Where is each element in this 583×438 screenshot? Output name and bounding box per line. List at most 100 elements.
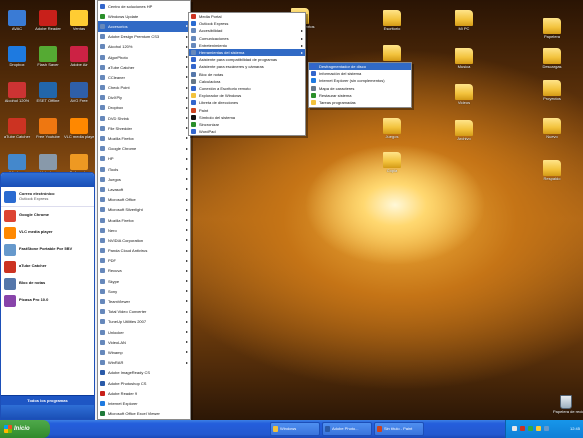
desktop-icon[interactable]: VLC media player — [64, 118, 94, 140]
desktop-icon[interactable]: Free Youtube — [33, 118, 63, 140]
menu-item[interactable]: Accesibilidad ▸ — [189, 27, 305, 34]
menu-item[interactable]: Adobe Photoshop CS — [98, 378, 190, 388]
folder-icon[interactable]: Videos — [447, 84, 481, 106]
menu-item[interactable]: Mozilla Firefox ▸ — [98, 133, 190, 143]
menu-item[interactable]: Microsoft Silverlight ▸ — [98, 205, 190, 215]
folder-icon[interactable]: Archivo — [447, 120, 481, 142]
menu-item[interactable]: Adobe ImageReady CS — [98, 368, 190, 378]
start-menu-item[interactable]: Picasa Pro 10.0 — [1, 292, 94, 309]
menu-item[interactable]: TeamViewer ▸ — [98, 296, 190, 306]
menu-item[interactable]: Explorador de Windows — [189, 92, 305, 99]
menu-item[interactable]: AlgorPhoto ▸ — [98, 52, 190, 62]
menu-item[interactable]: Dropbox ▸ — [98, 103, 190, 113]
folder-icon[interactable]: Papelera — [535, 18, 569, 40]
menu-item[interactable]: Libreta de direcciones — [189, 99, 305, 106]
recycle-bin[interactable]: Papelera de reciclaje — [553, 395, 583, 414]
menu-item[interactable]: Bloc de notas — [189, 71, 305, 78]
menu-item[interactable]: Entretenimiento ▸ — [189, 42, 305, 49]
menu-item[interactable]: Mapa de caracteres — [309, 85, 411, 92]
desktop-icon[interactable]: ESET Offline — [33, 82, 63, 104]
menu-item[interactable]: DVD Shrink ▸ — [98, 113, 190, 123]
menu-item[interactable]: Total Video Converter ▸ — [98, 307, 190, 317]
menu-item[interactable]: Restaurar sistema — [309, 92, 411, 99]
menu-item[interactable]: Calculadora — [189, 78, 305, 85]
menu-item[interactable]: Nero ▸ — [98, 225, 190, 235]
desktop-icon[interactable]: aTube Catcher — [2, 118, 32, 140]
folder-icon[interactable]: Proyectos — [535, 80, 569, 102]
menu-item[interactable]: Google Chrome ▸ — [98, 144, 190, 154]
start-menu-item[interactable]: Google Chrome — [1, 207, 94, 224]
start-menu-item[interactable]: Bloc de notas — [1, 275, 94, 292]
desktop-icon[interactable]: Dropbox — [2, 46, 32, 68]
menu-item[interactable]: Paint — [189, 106, 305, 113]
menu-item[interactable]: Internet Explorer (sin complementos) — [309, 77, 411, 84]
menu-item[interactable]: Skype ▸ — [98, 276, 190, 286]
menu-item[interactable]: Tareas programadas — [309, 99, 411, 106]
menu-item[interactable]: Unlocker ▸ — [98, 327, 190, 337]
start-menu-item[interactable]: FastStone Portable Por 5BV — [1, 241, 94, 258]
menu-item[interactable]: Desfragmentador de disco — [309, 63, 411, 71]
menu-item[interactable]: Centro de soluciones HP — [98, 1, 190, 11]
menu-item[interactable]: PDF ▸ — [98, 256, 190, 266]
menu-item[interactable]: Microsoft Office ▸ — [98, 195, 190, 205]
clock[interactable]: 12:45 — [570, 420, 580, 438]
folder-icon[interactable]: Juegos — [375, 118, 409, 140]
folder-icon[interactable]: Copia — [375, 152, 409, 174]
menu-item[interactable]: Herramientas del sistema ▸ — [189, 48, 305, 57]
menu-item[interactable]: Símbolo del sistema — [189, 114, 305, 121]
menu-item[interactable]: File Shredder ▸ — [98, 123, 190, 133]
menu-item[interactable]: aTube Catcher ▸ — [98, 62, 190, 72]
desktop-icon[interactable]: AVG Free — [64, 82, 94, 104]
menu-item[interactable]: VideoLAN ▸ — [98, 337, 190, 347]
network-icon[interactable] — [528, 426, 533, 431]
menu-item[interactable]: iTools ▸ — [98, 164, 190, 174]
folder-icon[interactable]: Escritorio — [375, 10, 409, 32]
desktop-icon[interactable]: Alcohol 120% — [2, 82, 32, 104]
start-menu-item[interactable]: aTube Catcher — [1, 258, 94, 275]
desktop-icon[interactable]: Ventas — [64, 10, 94, 32]
menu-item[interactable]: Microsoft Office Excel Viewer — [98, 409, 190, 419]
folder-icon[interactable]: Mi PC — [447, 10, 481, 32]
menu-item[interactable]: Internet Explorer — [98, 398, 190, 408]
menu-item[interactable]: Check Point ▸ — [98, 83, 190, 93]
menu-item[interactable]: NVIDIA Corporation ▸ — [98, 235, 190, 245]
menu-item[interactable]: Asistente para compatibilidad de program… — [189, 56, 305, 63]
taskbar-window-button[interactable]: Sin título - Paint — [374, 422, 424, 436]
desktop-icon[interactable]: Adobe Air — [64, 46, 94, 68]
folder-icon[interactable]: Respaldo — [535, 160, 569, 182]
start-menu-item[interactable]: Correo electrónico Outlook Express — [1, 187, 94, 207]
menu-item[interactable]: Adobe Design Premium CS3 ▸ — [98, 32, 190, 42]
menu-item[interactable]: Alcohol 120% ▸ — [98, 42, 190, 52]
folder-icon[interactable]: Descargas — [535, 48, 569, 70]
menu-item[interactable]: Asistente para escáneres y cámaras — [189, 63, 305, 70]
menu-item[interactable]: Outlook Express — [189, 20, 305, 27]
folder-icon[interactable]: Nuevo — [535, 118, 569, 140]
menu-item[interactable]: Conexión a Escritorio remoto — [189, 85, 305, 92]
menu-item[interactable]: Recuva ▸ — [98, 266, 190, 276]
menu-item[interactable]: Windows Update — [98, 11, 190, 21]
desktop-icon[interactable]: Flash Saver — [33, 46, 63, 68]
menu-item[interactable]: Comunicaciones ▸ — [189, 35, 305, 42]
folder-icon[interactable]: Musica — [447, 48, 481, 70]
antivirus-icon[interactable] — [520, 426, 525, 431]
taskbar-window-button[interactable]: Adobe Photo... — [322, 422, 372, 436]
menu-item[interactable]: TuneUp Utilities 2007 ▸ — [98, 317, 190, 327]
menu-item[interactable]: Panda Cloud Antivirus ▸ — [98, 246, 190, 256]
menu-item[interactable]: Lavasoft ▸ — [98, 184, 190, 194]
menu-item[interactable]: Accesorios ▸ — [98, 21, 190, 32]
desktop-icon[interactable]: Adobe Reader — [33, 10, 63, 32]
menu-item[interactable]: Media Portal — [189, 13, 305, 20]
menu-item[interactable]: WinRAR ▸ — [98, 358, 190, 368]
menu-item[interactable]: Adobe Reader 9 — [98, 388, 190, 398]
menu-item[interactable]: Winamp ▸ — [98, 347, 190, 357]
menu-item[interactable]: WordPad — [189, 128, 305, 135]
start-button[interactable]: Inicio — [0, 420, 50, 438]
all-programs-button[interactable]: Todos los programas — [1, 395, 94, 405]
menu-item[interactable]: Juegos ▸ — [98, 174, 190, 184]
volume-icon[interactable] — [512, 426, 517, 431]
update-icon[interactable] — [536, 426, 541, 431]
start-menu-item[interactable]: VLC media player — [1, 224, 94, 241]
menu-item[interactable]: Sony ▸ — [98, 286, 190, 296]
menu-item[interactable]: HP ▸ — [98, 154, 190, 164]
desktop-icon[interactable]: AVAC — [2, 10, 32, 32]
